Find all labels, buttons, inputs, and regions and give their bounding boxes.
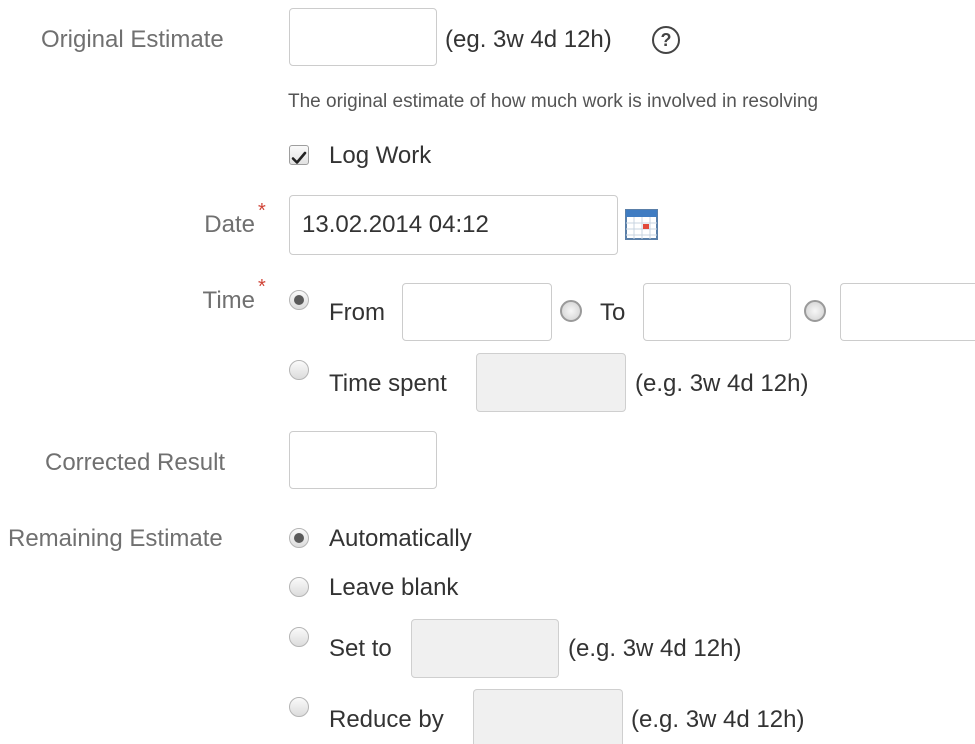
remaining-reduce-by-hint: (e.g. 3w 4d 12h)	[631, 706, 805, 733]
time-spent-radio[interactable]	[289, 360, 309, 380]
remaining-automatically-radio[interactable]	[289, 528, 309, 548]
time-required-mark: *	[258, 276, 266, 298]
checkmark-icon	[291, 151, 307, 164]
original-estimate-description: The original estimate of how much work i…	[288, 91, 819, 112]
time-from-input[interactable]	[402, 283, 552, 341]
remaining-set-to-label: Set to	[329, 635, 392, 662]
date-required-mark: *	[258, 200, 266, 222]
time-spent-input[interactable]	[476, 353, 626, 412]
original-estimate-label: Original Estimate	[41, 26, 224, 53]
original-estimate-input[interactable]	[289, 8, 437, 66]
time-label: Time	[202, 287, 255, 314]
help-circle-icon[interactable]: ?	[652, 26, 680, 54]
remaining-reduce-by-input[interactable]	[473, 689, 623, 744]
corrected-result-input[interactable]	[289, 431, 437, 489]
time-spent-hint: (e.g. 3w 4d 12h)	[635, 370, 809, 397]
date-label: Date	[204, 211, 255, 238]
log-work-label: Log Work	[329, 142, 432, 169]
time-to-label: To	[600, 299, 626, 326]
corrected-result-label: Corrected Result	[45, 449, 226, 476]
remaining-set-to-input[interactable]	[411, 619, 559, 678]
remaining-reduce-by-label: Reduce by	[329, 706, 444, 733]
time-from-label: From	[329, 299, 385, 326]
remaining-reduce-by-radio[interactable]	[289, 697, 309, 717]
time-spent-label: Time spent	[329, 370, 447, 397]
time-from-radio[interactable]	[289, 290, 309, 310]
remaining-leave-blank-label: Leave blank	[329, 574, 459, 601]
remaining-leave-blank-radio[interactable]	[289, 577, 309, 597]
log-work-checkbox[interactable]	[289, 145, 309, 165]
remaining-estimate-label: Remaining Estimate	[8, 525, 223, 552]
calendar-icon[interactable]	[625, 209, 658, 240]
remaining-automatically-label: Automatically	[329, 525, 472, 552]
time-extra-input[interactable]	[840, 283, 975, 341]
remaining-set-to-radio[interactable]	[289, 627, 309, 647]
time-to-input[interactable]	[643, 283, 791, 341]
remaining-set-to-hint: (e.g. 3w 4d 12h)	[568, 635, 742, 662]
clock-icon[interactable]	[560, 300, 582, 322]
original-estimate-hint: (eg. 3w 4d 12h)	[445, 26, 612, 53]
date-input[interactable]	[289, 195, 618, 255]
clock-icon[interactable]	[804, 300, 826, 322]
